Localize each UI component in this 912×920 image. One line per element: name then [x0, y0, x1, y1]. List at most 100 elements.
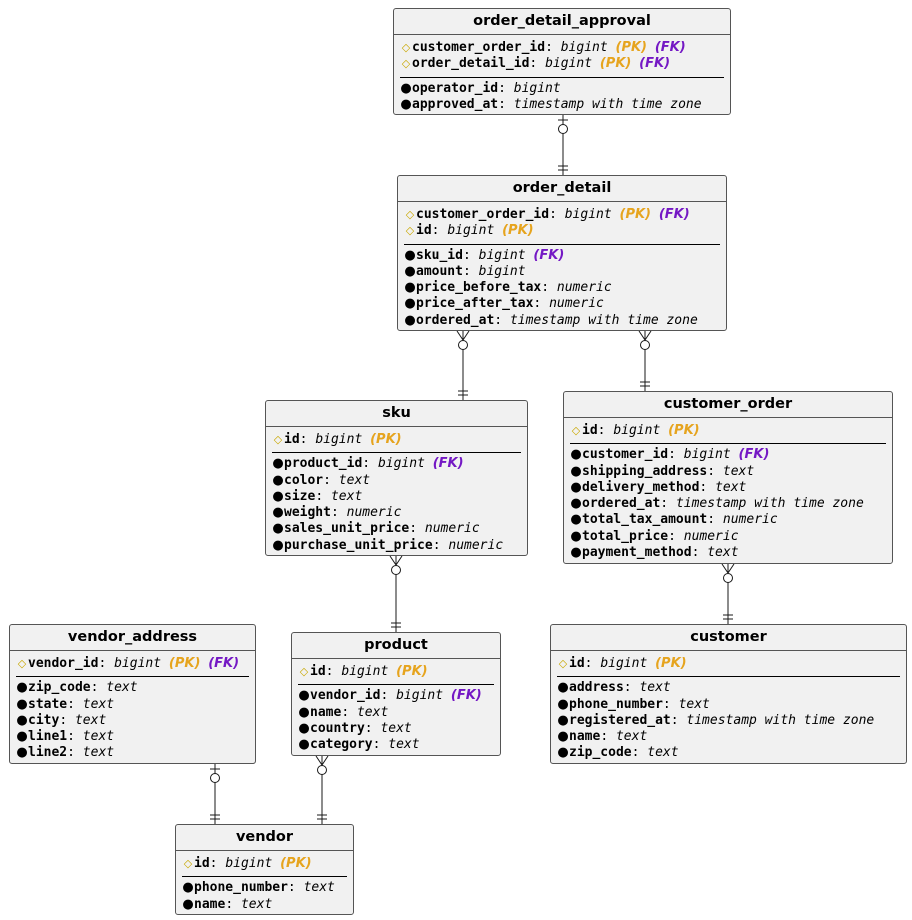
entity-order-detail: order_detail ◇ customer_order_id: bigint (… — [397, 175, 727, 331]
diamond-key-icon: ◇ — [401, 41, 411, 54]
attribute-row: ●customer_id: bigint (FK) — [570, 447, 770, 463]
diamond-key-icon: ◇ — [299, 665, 309, 678]
attribute-row: ●zip_code: text — [16, 680, 138, 696]
relationship-product-to-vendor — [315, 755, 329, 824]
column-name: sku_id — [416, 247, 463, 263]
column-name: ordered_at — [582, 496, 661, 512]
column-name: amount — [416, 263, 463, 279]
attribute-row: ●address: text — [557, 680, 671, 696]
column-name: id — [582, 423, 598, 438]
column-name: total_tax_amount — [582, 512, 708, 528]
attribute-row: ●sales_unit_price: numeric — [272, 521, 480, 537]
key-section: ◇ customer_order_id: bigint (PK) (FK) ◇ ord… — [400, 37, 724, 78]
entity-sku: sku ◇ id: bigint (PK) ●product_id: bigint (… — [265, 400, 528, 556]
entity-title: vendor_address — [10, 625, 255, 651]
pk-tag: (PK) — [615, 40, 647, 55]
entity-body: ◇ id: bigint (PK) ●phone_number: text ●name… — [176, 851, 353, 915]
pk-tag: (PK) — [668, 423, 700, 438]
pk-tag: (PK) — [280, 856, 312, 871]
key-section: ◇ vendor_id: bigint (PK) (FK) — [16, 653, 249, 678]
fk-tag: (FK) — [450, 688, 482, 704]
entity-body: ◇ vendor_id: bigint (PK) (FK) ●zip_code: t… — [10, 651, 255, 764]
crows-foot-right — [462, 330, 470, 341]
column-type: text — [303, 880, 335, 896]
bullet-icon: ● — [16, 712, 28, 728]
bullet-icon: ● — [298, 688, 310, 704]
attribute-row: ●payment_method: text — [570, 545, 739, 561]
bullet-icon: ● — [272, 472, 284, 488]
column-name: purchase_unit_price — [284, 537, 433, 553]
attribute-section: ●operator_id: bigint ●approved_at: timest… — [400, 78, 724, 116]
relationship-order-detail-to-sku — [456, 330, 470, 400]
column-type: bigint — [114, 656, 162, 671]
column-name: id — [416, 223, 432, 239]
column-name: line1 — [28, 729, 68, 745]
attribute-row: ●purchase_unit_price: numeric — [272, 537, 504, 553]
column-name: name — [194, 896, 226, 912]
attribute-row: ●category: text — [298, 737, 420, 753]
diamond-key-icon: ◇ — [401, 57, 411, 71]
attribute-section: ●product_id: bigint (FK) ●color: text ●siz… — [272, 453, 521, 556]
bullet-icon: ● — [404, 263, 416, 279]
column-type: text — [388, 737, 420, 753]
key-row: ◇ customer_order_id: bigint (PK) (FK) — [405, 207, 690, 222]
column-type: bigint — [315, 432, 363, 447]
column-type: text — [356, 704, 389, 720]
entity-title: customer_order — [564, 392, 892, 418]
attribute-row: ●country: text — [298, 720, 412, 736]
column-name: color — [284, 472, 324, 488]
column-type: bigint — [478, 247, 526, 263]
key-section: ◇ id: bigint (PK) — [182, 853, 347, 878]
attribute-row: ●shipping_address: text — [570, 463, 755, 479]
attribute-section: ●phone_number: text ●name: text — [182, 877, 347, 915]
fk-tag: (FK) — [208, 656, 240, 671]
attribute-row: ●delivery_method: text — [570, 479, 747, 495]
bullet-icon: ● — [298, 704, 310, 720]
pk-tag: (PK) — [168, 656, 201, 671]
attribute-row: ●approved_at: timestamp with time zone — [400, 96, 702, 112]
crows-foot-right — [395, 555, 403, 566]
bullet-icon: ● — [570, 496, 582, 512]
attribute-row: ●size: text — [272, 488, 363, 504]
column-type: bigint — [513, 80, 561, 96]
key-section: ◇ id: bigint (PK) — [298, 661, 494, 686]
bullet-icon: ● — [570, 545, 582, 561]
zero-circle — [210, 773, 220, 783]
diamond-key-icon: ◇ — [405, 224, 415, 238]
fk-tag: (FK) — [658, 207, 690, 222]
column-type: bigint — [478, 263, 526, 279]
column-name: shipping_address — [582, 463, 708, 479]
entity-body: ◇ id: bigint (PK) ●address: text ●phone_num… — [551, 651, 906, 764]
column-name: product_id — [284, 456, 363, 472]
bullet-icon: ● — [16, 696, 28, 712]
entity-title: product — [292, 633, 500, 659]
bullet-icon: ● — [404, 296, 416, 312]
column-name: zip_code — [28, 680, 91, 696]
diamond-key-icon: ◇ — [405, 208, 415, 221]
column-type: text — [106, 680, 138, 696]
key-section: ◇ customer_order_id: bigint (PK) (FK) ◇ id:… — [404, 204, 720, 245]
column-type: numeric — [346, 505, 402, 521]
column-name: id — [194, 856, 210, 871]
column-type: text — [707, 545, 739, 561]
bullet-icon: ● — [272, 456, 284, 472]
column-type: bigint — [564, 207, 612, 222]
column-name: phone_number — [569, 696, 663, 712]
bullet-icon: ● — [557, 680, 569, 696]
column-type: bigint — [545, 56, 593, 72]
bullet-icon: ● — [557, 696, 569, 712]
column-type: bigint — [600, 656, 648, 671]
column-type: bigint — [613, 423, 661, 438]
column-name: operator_id — [412, 80, 499, 96]
key-section: ◇ id: bigint (PK) — [570, 420, 886, 445]
relationship-customer-order-to-customer — [721, 563, 735, 624]
pk-tag: (PK) — [655, 656, 687, 671]
column-name: vendor_id — [28, 656, 99, 671]
bullet-icon: ● — [16, 680, 28, 696]
relationship-sku-to-product — [389, 555, 403, 632]
column-type: bigint — [683, 447, 731, 463]
attribute-row: ●name: text — [557, 729, 648, 745]
key-row: ◇ id: bigint (PK) — [558, 656, 687, 671]
entity-title: order_detail_approval — [394, 9, 730, 35]
column-type: bigint — [560, 40, 608, 55]
